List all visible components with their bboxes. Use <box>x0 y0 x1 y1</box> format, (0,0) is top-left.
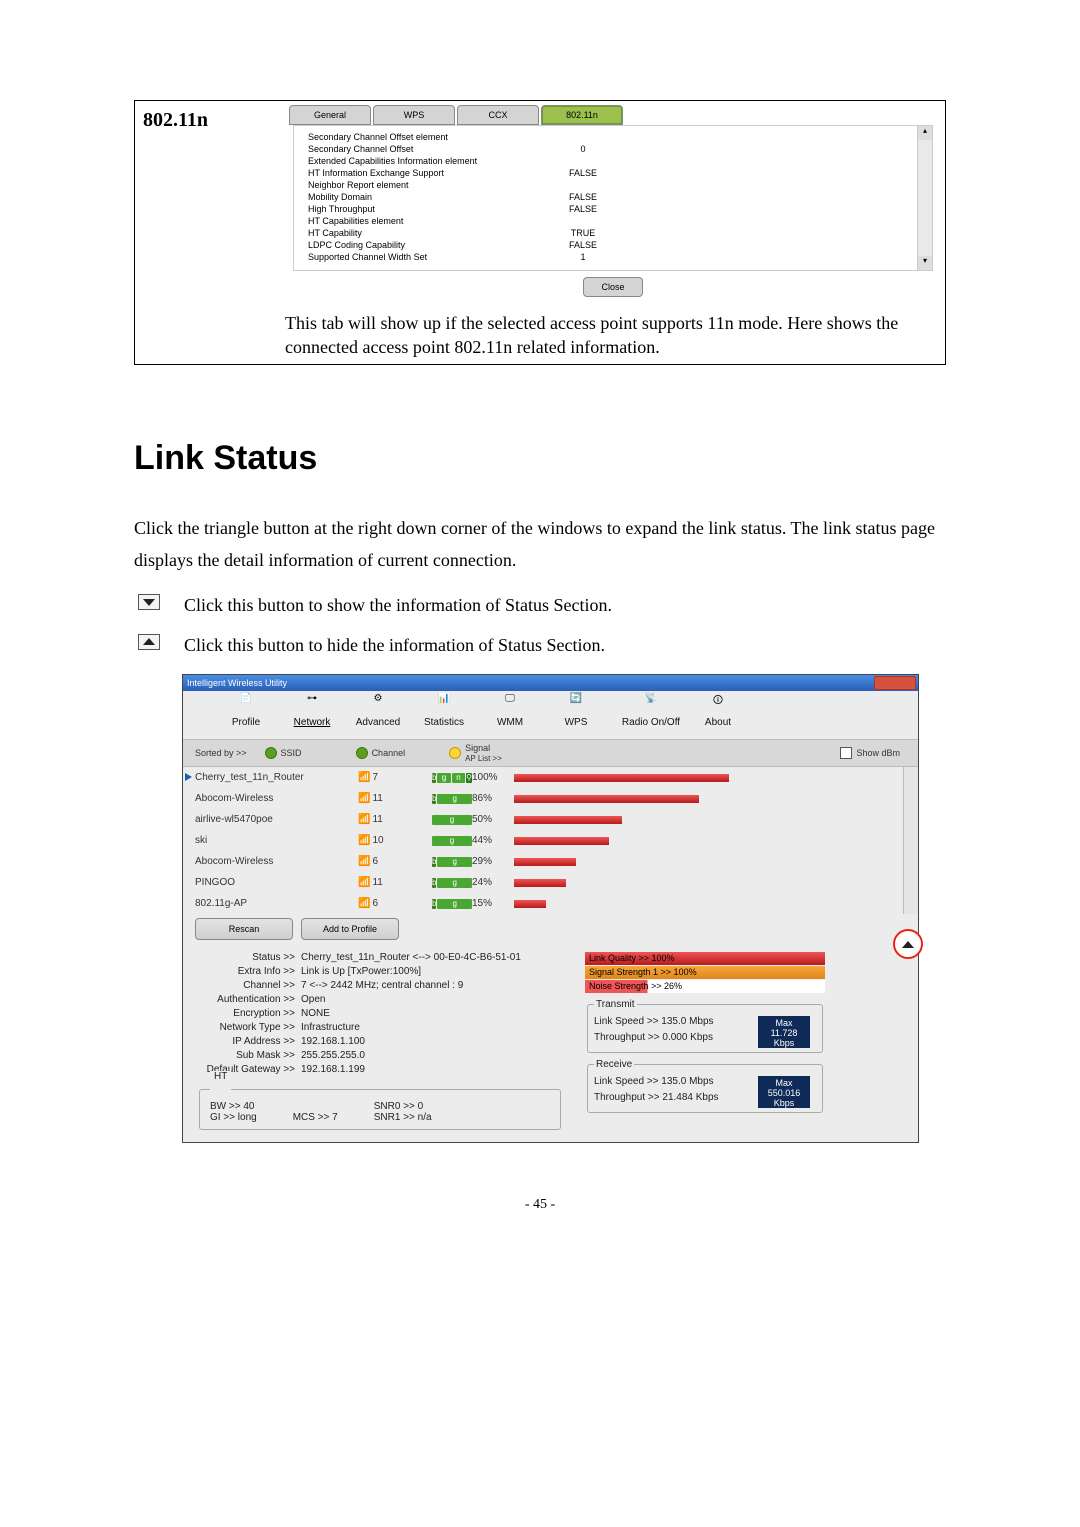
toolbar-advanced[interactable]: ⚙Advanced <box>345 693 411 739</box>
radio-signal[interactable] <box>449 747 461 759</box>
wireless-utility-window: Intelligent Wireless Utility 📄Profile ⊶N… <box>182 674 919 1143</box>
close-button[interactable]: Close <box>583 277 643 297</box>
close-icon[interactable] <box>874 676 916 690</box>
radio-channel[interactable] <box>356 747 368 759</box>
triangle-down-icon[interactable] <box>138 594 160 610</box>
expand-bullet: Click this button to show the informatio… <box>138 594 946 616</box>
toolbar-network[interactable]: ⊶Network <box>279 693 345 739</box>
toolbar-radio[interactable]: 📡Radio On/Off <box>609 693 693 739</box>
tab-wps[interactable]: WPS <box>373 105 455 125</box>
status-area: Status >>Extra Info >>Channel >>Authenti… <box>183 944 918 1142</box>
info-list: Secondary Channel Offset element Seconda… <box>293 125 933 271</box>
ap-row[interactable]: Abocom-Wireless📶11bg86% <box>183 788 918 809</box>
ap-row[interactable]: 802.11g-AP📶6bg15% <box>183 893 918 914</box>
page-number: - 45 - <box>134 1197 946 1213</box>
link-status-heading: Link Status <box>134 439 946 478</box>
toolbar-wps[interactable]: 🔄WPS <box>543 693 609 739</box>
collapse-toggle[interactable] <box>893 929 923 959</box>
signal-strength-meter: Signal Strength 1 >> 100% <box>585 966 825 979</box>
tab-bar: General WPS CCX 802.11n <box>289 105 945 125</box>
rescan-button[interactable]: Rescan <box>195 918 293 940</box>
toolbar-wmm[interactable]: 🖵WMM <box>477 693 543 739</box>
title-text: Intelligent Wireless Utility <box>187 678 287 688</box>
ap-row[interactable]: ski📶10g44% <box>183 830 918 851</box>
collapse-bullet: Click this button to hide the informatio… <box>138 634 946 656</box>
intro-text: Click the triangle button at the right d… <box>134 512 946 577</box>
toolbar-profile[interactable]: 📄Profile <box>213 693 279 739</box>
ap-list: Cherry_test_11n_Router📶7bgn⚲100%Abocom-W… <box>183 767 918 914</box>
title-bar[interactable]: Intelligent Wireless Utility <box>183 675 918 691</box>
add-to-profile-button[interactable]: Add to Profile <box>301 918 399 940</box>
transmit-box: Transmit Link Speed >> 135.0 Mbps Throug… <box>587 999 823 1053</box>
ap-row[interactable]: PINGOO📶11bg24% <box>183 872 918 893</box>
section-80211n: 802.11n General WPS CCX 802.11n Secondar… <box>134 100 946 365</box>
ht-box: HT BW >> 40 GI >> long MCS >> 7 SNR0 >> … <box>199 1084 561 1130</box>
ap-row[interactable]: Cherry_test_11n_Router📶7bgn⚲100% <box>183 767 918 788</box>
triangle-up-icon[interactable] <box>138 634 160 650</box>
link-quality-meter: Link Quality >> 100% <box>585 952 825 965</box>
ap-row[interactable]: Abocom-Wireless📶6bg29% <box>183 851 918 872</box>
tab-ccx[interactable]: CCX <box>457 105 539 125</box>
section-label: 802.11n <box>135 101 281 364</box>
ap-row[interactable]: airlive-wl5470poe📶11g50% <box>183 809 918 830</box>
section-description: This tab will show up if the selected ac… <box>285 311 941 360</box>
toolbar: 📄Profile ⊶Network ⚙Advanced 📊Statistics … <box>183 691 918 739</box>
ap-scrollbar[interactable] <box>903 767 918 914</box>
sort-bar: Sorted by >> SSID Channel SignalAP List … <box>183 739 918 767</box>
scrollbar[interactable]: ▴▾ <box>917 126 932 270</box>
receive-box: Receive Link Speed >> 135.0 Mbps Through… <box>587 1059 823 1113</box>
tab-general[interactable]: General <box>289 105 371 125</box>
noise-strength-meter: Noise Strength >> 26% <box>585 980 825 993</box>
show-dbm-checkbox[interactable] <box>840 747 852 759</box>
toolbar-statistics[interactable]: 📊Statistics <box>411 693 477 739</box>
selected-icon <box>185 773 192 781</box>
radio-ssid[interactable] <box>265 747 277 759</box>
tab-80211n[interactable]: 802.11n <box>541 105 623 125</box>
row-label: Secondary Channel Offset element <box>308 132 508 144</box>
toolbar-about[interactable]: 🛈About <box>693 693 743 739</box>
